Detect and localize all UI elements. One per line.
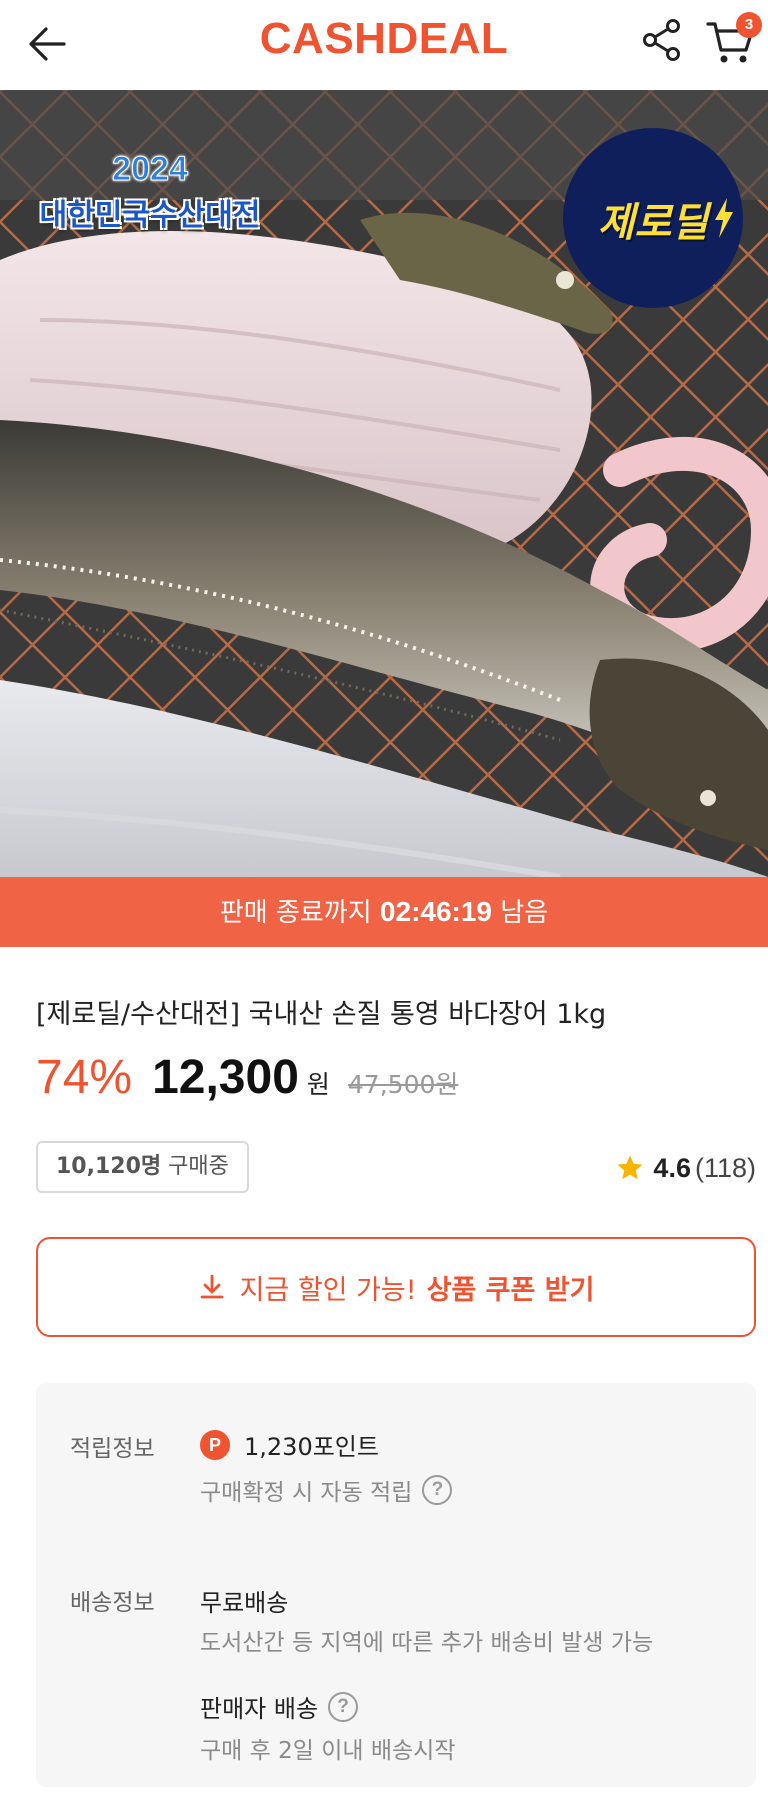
sale-price: 12,300 [152,1051,299,1104]
festival-year: 2024 [112,150,189,189]
buyers-count-tag: 10,120명 구매중 [36,1141,249,1193]
points-value: 1,230포인트 [244,1433,379,1461]
timer-suffix: 남음 [500,898,549,928]
points-label: 적립정보 [70,1436,155,1462]
download-icon [200,1274,223,1299]
points-row: P 1,230포인트 [200,1427,379,1462]
cart-count-badge: 3 [736,12,762,38]
original-price: 47,500원 [347,1070,459,1099]
points-help-icon[interactable]: ? [422,1475,453,1505]
buyers-count: 10,120명 [56,1154,162,1179]
points-note: 구매확정 시 자동 적립 [200,1480,413,1506]
coupon-text: 지금 할인 가능! [239,1274,417,1306]
seller-shipping: 판매자 배송 [200,1695,319,1723]
shipping-note: 도서산간 등 지역에 따른 추가 배송비 발생 가능 [200,1630,654,1656]
seller-shipping-help-icon[interactable]: ? [328,1691,359,1722]
share-icon [643,19,680,61]
shipping-label: 배송정보 [70,1590,155,1616]
festival-title: 대한민국수산대전 [39,198,261,233]
point-icon: P [200,1429,230,1460]
timer-countdown: 02:46:19 [379,896,493,927]
buyers-suffix: 구매중 [168,1154,229,1179]
sale-timer-bar: 판매 종료까지 02:46:19 남음 [0,877,768,947]
product-image[interactable]: 2024 대한민국수산대전 제로딜 [0,90,768,877]
rating-value: 4.6 [653,1152,691,1183]
product-rating[interactable]: 4.6 (118) [615,1146,756,1190]
seller-shipping-row: 판매자 배송 ? [200,1689,359,1724]
points-note-row: 구매확정 시 자동 적립 ? [200,1473,453,1507]
timer-prefix: 판매 종료까지 [219,898,372,928]
zero-deal-badge: 제로딜 [563,128,743,308]
lightning-icon [715,198,733,238]
benefit-info-panel: 적립정보 P 1,230포인트 구매확정 시 자동 적립 ? 배송정보 무료배송… [36,1383,756,1787]
discount-rate: 74% [36,1051,133,1104]
price-row: 74% 12,300 원 47,500원 [36,1050,458,1110]
get-coupon-button[interactable]: 지금 할인 가능! 상품 쿠폰 받기 [36,1237,756,1337]
price-unit: 원 [306,1070,330,1099]
star-icon [617,1155,643,1180]
coupon-strong-text: 상품 쿠폰 받기 [426,1274,595,1306]
product-title: [제로딜/수산대전] 국내산 손질 통영 바다장어 1kg [36,999,607,1030]
seller-shipping-note: 구매 후 2일 이내 배송시작 [200,1738,456,1764]
review-count: (118) [694,1152,756,1183]
festival-badge: 2024 대한민국수산대전 [30,150,270,250]
app-header: CASHDEAL 3 [0,0,768,90]
shipping-value: 무료배송 [200,1589,289,1617]
share-button[interactable] [638,16,686,64]
